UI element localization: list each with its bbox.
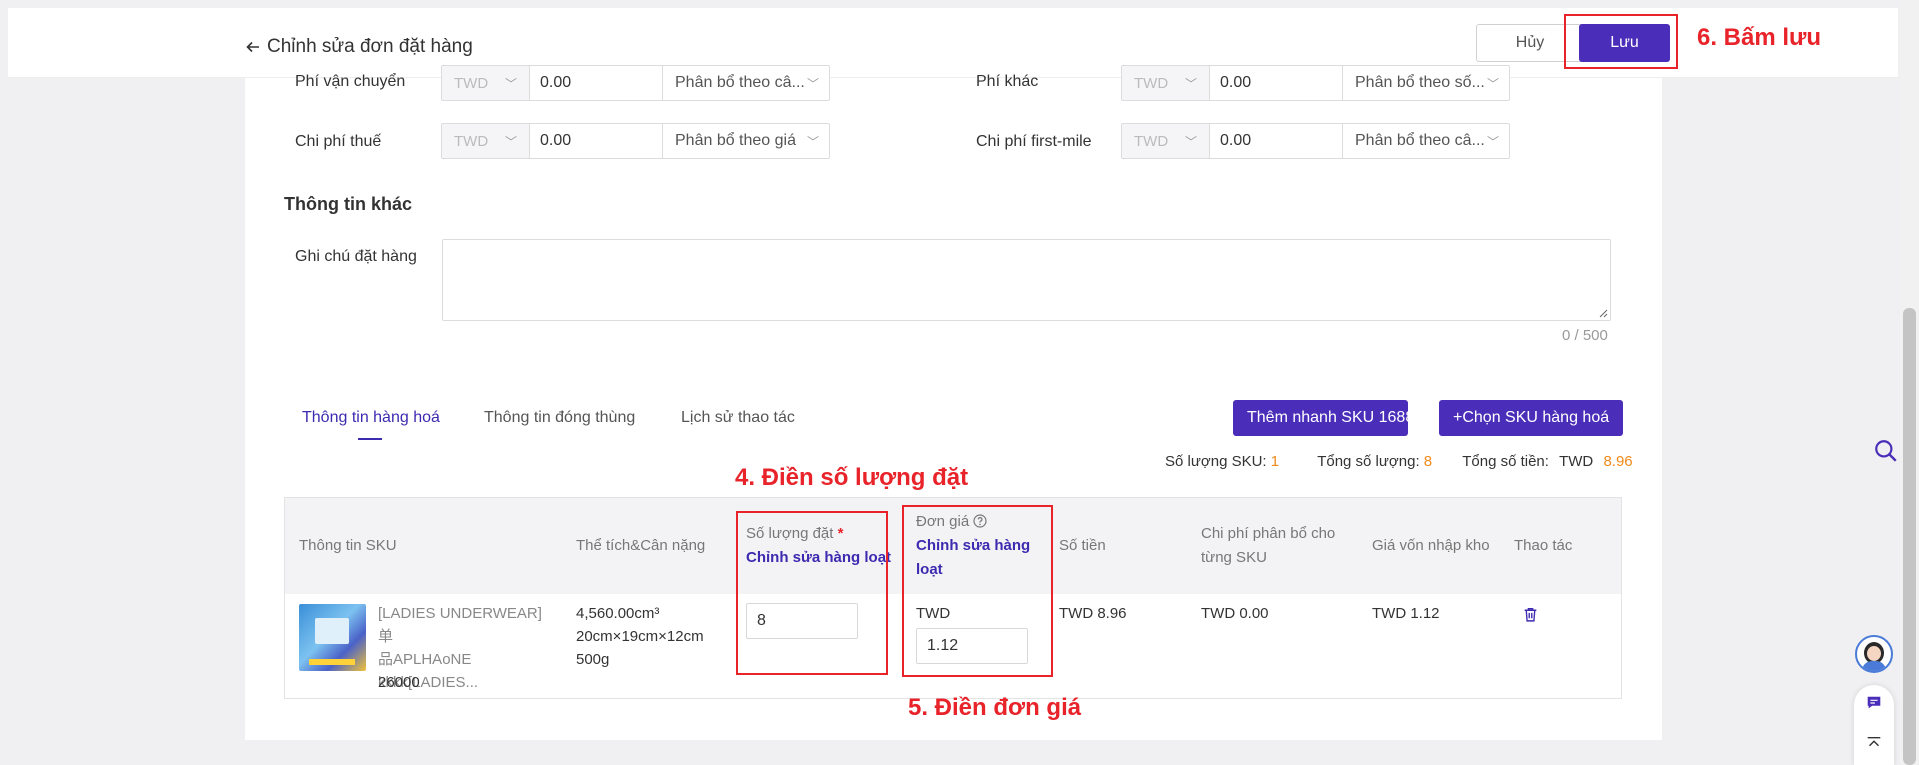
choose-sku-button[interactable]: +Chọn SKU hàng hoá — [1439, 400, 1623, 436]
sku-code: 26000 — [378, 674, 420, 691]
order-note-textarea[interactable] — [442, 239, 1611, 321]
chevron-down-icon: ﹀ — [504, 134, 517, 149]
fee-group-first-mile: TWD ﹀ 0.00 Phân bổ theo câ... ﹀ — [1121, 123, 1510, 159]
fee-group-tax: TWD ﹀ 0.00 Phân bổ theo giá ﹀ — [441, 123, 830, 159]
tab-packing-info[interactable]: Thông tin đóng thùng — [484, 409, 635, 427]
chevron-down-icon: ﹀ — [1486, 134, 1499, 149]
price-highlight-box — [902, 505, 1053, 677]
chevron-down-icon: ﹀ — [1184, 76, 1197, 91]
allocation-select[interactable]: Phân bổ theo giá ﹀ — [663, 124, 829, 158]
currency-select[interactable]: TWD ﹀ — [442, 124, 530, 158]
chevron-down-icon: ﹀ — [504, 76, 517, 91]
chevron-down-icon: ﹀ — [806, 76, 819, 91]
fee-group-shipping: TWD ﹀ 0.00 Phân bổ theo câ... ﹀ — [441, 65, 830, 101]
search-icon[interactable] — [1873, 438, 1899, 464]
total-qty-value: 8 — [1423, 453, 1433, 470]
amount-input[interactable]: 0.00 — [1210, 66, 1343, 100]
page-title: Chỉnh sửa đơn đặt hàng — [267, 36, 473, 57]
allocation-select[interactable]: Phân bổ theo câ... ﹀ — [1343, 124, 1509, 158]
summary-bar: Số lượng SKU: 1 Tổng số lượng: 8 Tổng số… — [1165, 453, 1633, 470]
total-qty-label: Tổng số lượng: — [1317, 453, 1420, 470]
volume-weight: 4,560.00cm³ 20cm×19cm×12cm 500g — [576, 605, 704, 668]
fee-label: Phí vận chuyển — [295, 73, 406, 90]
col-actions: Thao tác — [1514, 537, 1573, 554]
col-allocated-cost: Chi phí phân bổ cho từng SKU — [1201, 525, 1336, 566]
allocation-select[interactable]: Phân bổ theo câ... ﹀ — [663, 66, 829, 100]
step5-annotation: 5. Điền đơn giá — [908, 694, 1082, 721]
total-amount-label: Tổng số tiền: — [1462, 453, 1549, 470]
col-amount: Số tiền — [1059, 537, 1106, 554]
tab-product-info[interactable]: Thông tin hàng hoá — [302, 409, 440, 427]
fee-group-other: TWD ﹀ 0.00 Phân bổ theo số... ﹀ — [1121, 65, 1510, 101]
currency-select[interactable]: TWD ﹀ — [1122, 124, 1210, 158]
sku-count-value: 1 — [1270, 453, 1280, 470]
row-landed-cost: TWD 1.12 — [1372, 605, 1440, 622]
total-amount-currency: TWD — [1559, 453, 1594, 470]
chat-icon[interactable] — [1865, 694, 1883, 712]
tab-history[interactable]: Lịch sử thao tác — [681, 409, 795, 427]
row-allocated-cost: TWD 0.00 — [1201, 605, 1269, 622]
chevron-down-icon: ﹀ — [1486, 76, 1499, 91]
total-amount-value: 8.96 — [1603, 453, 1633, 470]
trash-icon[interactable] — [1522, 606, 1539, 623]
currency-select[interactable]: TWD ﹀ — [1122, 66, 1210, 100]
allocation-select[interactable]: Phân bổ theo số... ﹀ — [1343, 66, 1509, 100]
amount-input[interactable]: 0.00 — [1210, 124, 1343, 158]
chevron-down-icon: ﹀ — [806, 134, 819, 149]
step4-annotation: 4. Điền số lượng đặt — [735, 464, 969, 491]
save-highlight-box — [1564, 14, 1678, 69]
quick-add-sku-button[interactable]: Thêm nhanh SKU 1688 — [1233, 400, 1414, 436]
col-sku-info: Thông tin SKU — [299, 537, 397, 554]
support-avatar[interactable] — [1855, 635, 1893, 673]
order-note-label: Ghi chú đặt hàng — [295, 248, 417, 265]
fee-label: Phí khác — [976, 73, 1039, 90]
back-to-top-icon[interactable] — [1865, 735, 1883, 753]
row-amount: TWD 8.96 — [1059, 605, 1127, 622]
col-landed-cost: Giá vốn nhập kho — [1372, 537, 1490, 554]
sku-count-label: Số lượng SKU: — [1165, 453, 1267, 470]
step6-annotation: 6. Bấm lưu — [1697, 24, 1822, 51]
fee-label: Chi phí thuế — [295, 133, 382, 150]
char-counter: 0 / 500 — [1562, 327, 1608, 344]
side-tool-panel — [1854, 685, 1894, 765]
arrow-left-icon — [246, 41, 259, 53]
chevron-down-icon: ﹀ — [1184, 134, 1197, 149]
resize-handle-icon[interactable] — [1598, 308, 1608, 318]
product-thumbnail[interactable] — [299, 604, 366, 671]
amount-input[interactable]: 0.00 — [530, 66, 663, 100]
col-volume-weight: Thể tích&Cân nặng — [576, 537, 706, 554]
amount-input[interactable]: 0.00 — [530, 124, 663, 158]
tab-active-indicator — [358, 438, 382, 440]
currency-select[interactable]: TWD ﹀ — [442, 66, 530, 100]
section-title-other-info: Thông tin khác — [284, 194, 412, 214]
back-link[interactable]: Chỉnh sửa đơn đặt hàng — [245, 36, 473, 58]
scrollbar-thumb[interactable] — [1903, 308, 1916, 765]
qty-highlight-box — [736, 511, 888, 675]
fee-label: Chi phí first-mile — [976, 133, 1092, 150]
